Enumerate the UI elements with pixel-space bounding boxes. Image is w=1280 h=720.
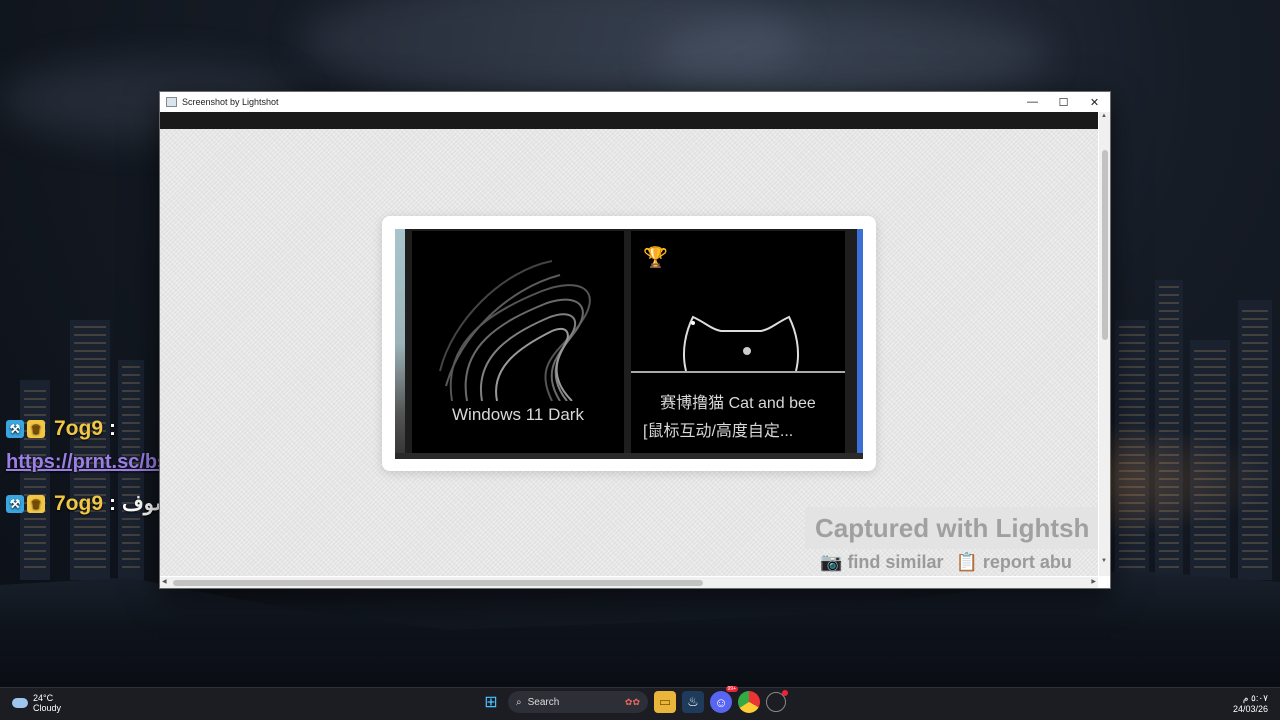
chat-username: 7og9 [54, 491, 104, 515]
close-icon: ✕ [1089, 96, 1100, 109]
chrome-icon[interactable] [738, 691, 760, 713]
crown-badge-icon: ♛ [27, 420, 45, 438]
chat-separator: : [109, 491, 117, 515]
vertical-scroll-thumb[interactable] [1102, 150, 1108, 340]
report-abuse-label: report abu [982, 552, 1072, 572]
weather-condition: Cloudy [33, 703, 62, 713]
trophy-icon: 🏆 [643, 247, 668, 269]
app-icon [166, 97, 177, 107]
chat-username: 7og9 [54, 417, 104, 440]
search-placeholder: Search [527, 696, 560, 708]
screenshot-image[interactable]: Windows 11 Dark 🏆 赛博撸猫 Cat and bee [鼠标互动… [395, 229, 863, 459]
window-title: Screenshot by Lightshot [182, 97, 279, 107]
steam-icon[interactable]: ♨ [682, 691, 704, 713]
hammer-badge-icon: ⚒ [6, 420, 24, 438]
image-left-edge [395, 229, 405, 459]
report-abuse-link[interactable]: 📋 report abu [955, 552, 1071, 573]
swirl-graphic [439, 260, 591, 401]
image-right-edge [857, 229, 863, 459]
discord-icon[interactable]: ☺ 99+ [710, 686, 738, 713]
page-content: Windows 11 Dark 🏆 赛博撸猫 Cat and bee [鼠标互动… [160, 112, 1098, 576]
close-button[interactable]: ✕ [1079, 92, 1110, 112]
clock-date: 24/03/26 [1232, 704, 1268, 714]
weather-temperature: 24°C [33, 693, 54, 703]
captured-with-lightshot-banner[interactable]: Captured with Lightsh [805, 507, 1098, 549]
app-icon-taskbar[interactable] [766, 690, 788, 712]
find-similar-link[interactable]: 📷 find similar [820, 552, 943, 573]
chat-message: ⚒ ♛ 7og9 : [6, 417, 116, 441]
search-icon: ⌕ [516, 696, 522, 708]
tile-label-cat-line1: 赛博撸猫 Cat and bee [660, 395, 816, 412]
scroll-up-icon[interactable]: ▲ [1101, 113, 1107, 119]
windows-start-icon[interactable]: ⊞ [480, 691, 502, 713]
weather-widget[interactable]: 24°C Cloudy [12, 693, 61, 713]
clock-time: ٥:٠٧ م [1242, 693, 1268, 703]
tile-label-cat-line2: [鼠标互动/高度自定... [643, 423, 794, 440]
scroll-left-icon[interactable]: ◀ [162, 578, 167, 585]
wallpaper-tile-windows11: Windows 11 Dark [412, 231, 624, 457]
system-clock[interactable]: ٥:٠٧ م 24/03/26 [1233, 693, 1268, 715]
top-strip [160, 112, 1098, 129]
image-bottom-edge [395, 453, 863, 459]
file-explorer-icon[interactable]: ▭ [654, 691, 676, 713]
lightshot-window: Screenshot by Lightshot — ☐ ✕ Windows 11… [159, 91, 1111, 589]
taskbar-apps: ⊞ ⌕ Search ✿✿ ▭ ♨ ☺ 99+ [480, 686, 788, 713]
discord-badge: 99+ [725, 686, 738, 692]
clipboard-icon: 📋 [955, 552, 978, 572]
crown-badge-icon: ♛ [27, 494, 45, 513]
search-highlight-graphic: ✿✿ [624, 696, 640, 707]
taskbar-search[interactable]: ⌕ Search ✿✿ [508, 691, 648, 713]
horizontal-scrollbar[interactable]: ◀ ▶ [160, 577, 1098, 588]
footer-links: 📷 find similar 📋 report abu [820, 552, 1072, 573]
maximize-icon: ☐ [1058, 96, 1069, 109]
maximize-button[interactable]: ☐ [1048, 92, 1079, 112]
camera-icon: 📷 [820, 552, 843, 572]
scroll-right-icon[interactable]: ▶ [1091, 578, 1096, 585]
minimize-button[interactable]: — [1017, 92, 1048, 112]
hammer-badge-icon: ⚒ [6, 494, 24, 513]
wallpaper-tile-cat: 🏆 赛博撸猫 Cat and bee [鼠标互动/高度自定... [631, 231, 845, 457]
vertical-scrollbar[interactable]: ▲ ▼ [1099, 112, 1110, 576]
find-similar-label: find similar [847, 552, 944, 572]
minimize-icon: — [1027, 96, 1038, 108]
title-bar[interactable]: Screenshot by Lightshot — ☐ ✕ [160, 92, 1110, 112]
cat-outline [683, 315, 799, 372]
horizontal-scroll-thumb[interactable] [173, 580, 703, 586]
notification-dot [782, 690, 788, 696]
screenshot-card: Windows 11 Dark 🏆 赛博撸猫 Cat and bee [鼠标互动… [382, 216, 876, 471]
tile-label-windows11: Windows 11 Dark [452, 405, 584, 424]
weather-cloud-icon [12, 698, 28, 708]
taskbar: 24°C Cloudy ⊞ ⌕ Search ✿✿ ▭ ♨ ☺ 99+ ٥:٠٧… [0, 686, 1280, 720]
divider [631, 371, 845, 373]
chat-separator: : [109, 417, 117, 440]
scroll-down-icon[interactable]: ▼ [1101, 558, 1107, 564]
